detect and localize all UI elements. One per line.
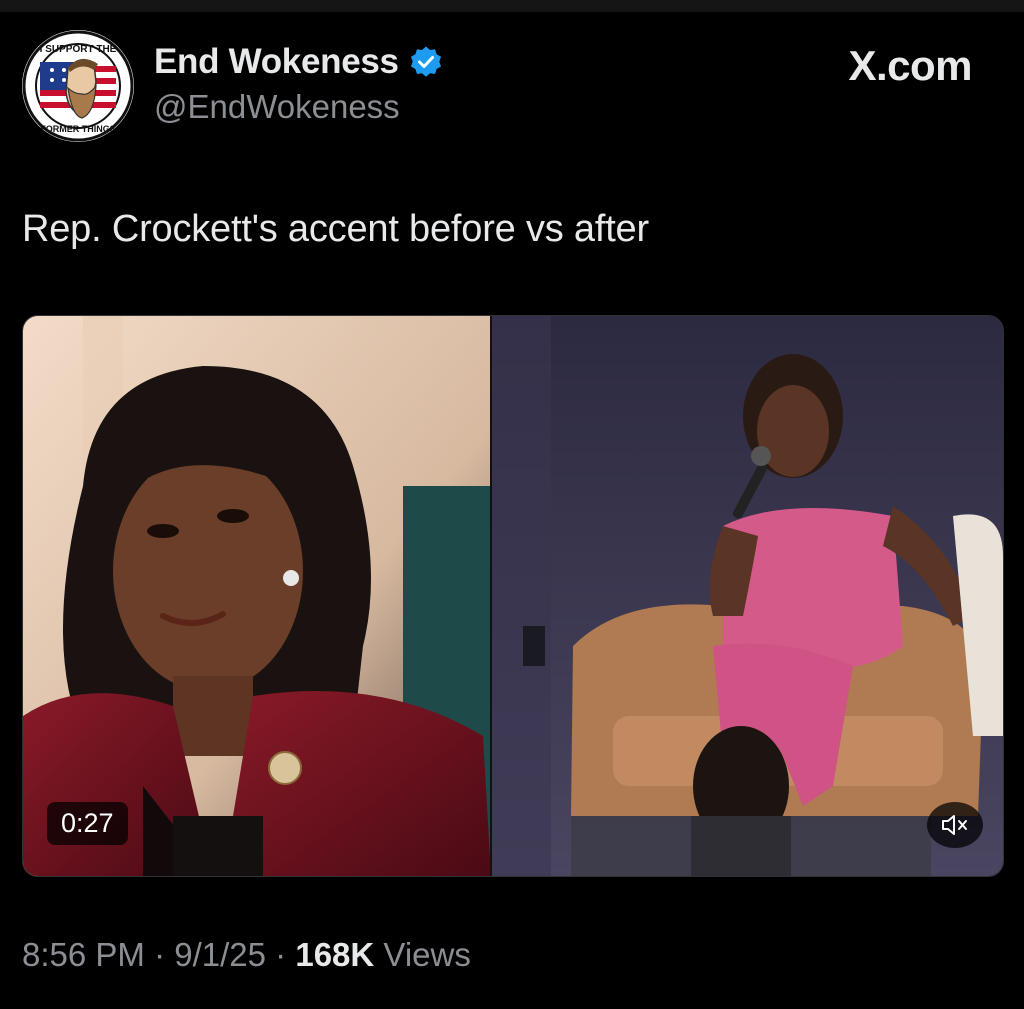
account-handle[interactable]: @EndWokeness	[154, 88, 754, 126]
post-text: Rep. Crockett's accent before vs after	[22, 208, 649, 250]
svg-text:I SUPPORT THE: I SUPPORT THE	[40, 44, 117, 55]
video-duration-badge: 0:27	[47, 802, 128, 845]
post-time[interactable]: 8:56 PM	[22, 936, 145, 973]
video-thumbnail	[23, 316, 1003, 876]
svg-text:FORMER THINGS: FORMER THINGS	[40, 124, 116, 134]
mute-button[interactable]	[927, 802, 983, 848]
volume-muted-icon	[942, 815, 967, 835]
meta-separator: ·	[154, 936, 166, 973]
status-strip	[0, 0, 1024, 12]
post-header: I SUPPORT THE FORMER THINGS End Wokeness…	[22, 30, 1002, 142]
avatar-logo: I SUPPORT THE FORMER THINGS	[22, 30, 134, 142]
post-date[interactable]: 9/1/25	[174, 936, 266, 973]
verified-badge-icon	[409, 45, 443, 79]
display-name[interactable]: End Wokeness	[154, 42, 399, 82]
avatar[interactable]: I SUPPORT THE FORMER THINGS	[22, 30, 134, 142]
display-name-row: End Wokeness	[154, 40, 754, 84]
video-player[interactable]: 0:27	[22, 315, 1004, 877]
meta-separator: ·	[275, 936, 287, 973]
post-metadata: 8:56 PM · 9/1/25 · 168K Views	[22, 936, 471, 974]
account-identity: End Wokeness @EndWokeness	[154, 40, 754, 126]
views-count: 168K	[295, 936, 375, 973]
views-label: Views	[383, 936, 471, 973]
site-label: X.com	[848, 42, 972, 89]
